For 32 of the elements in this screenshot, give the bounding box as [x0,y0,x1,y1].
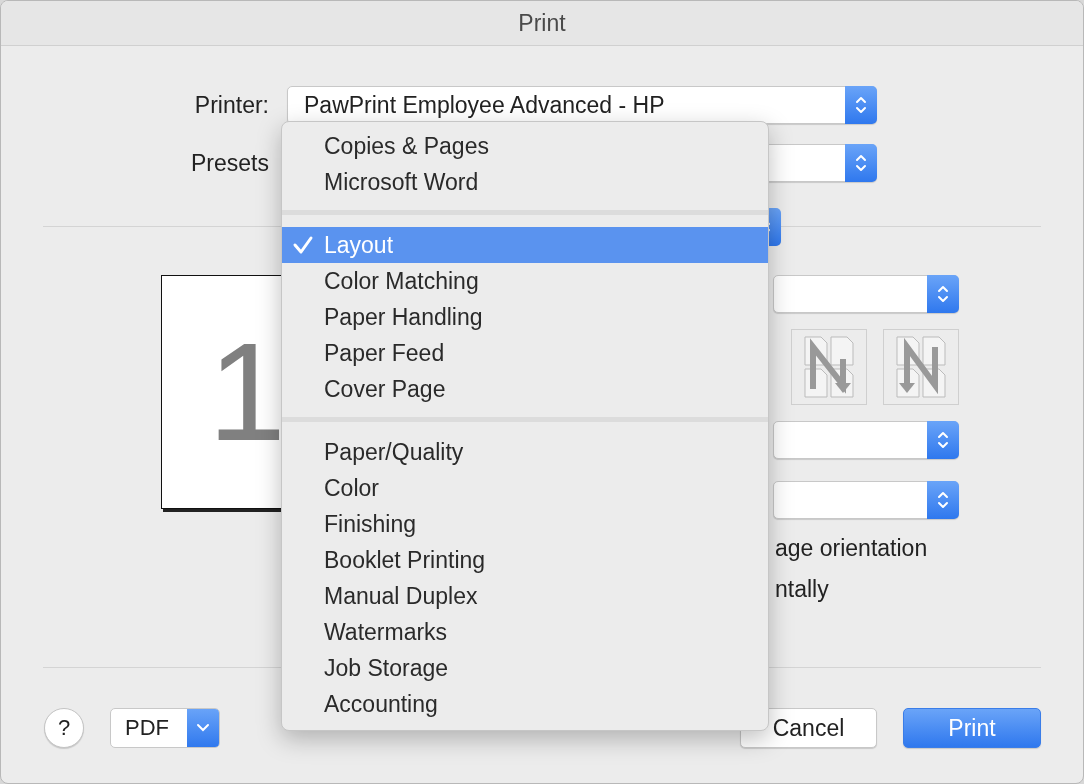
printer-label: Printer: [193,91,270,119]
menu-item[interactable]: Color [282,470,768,506]
menu-item[interactable]: Watermarks [282,614,768,650]
presets-label: Presets [190,149,270,177]
layout-direction-icon[interactable] [791,329,867,405]
menu-item[interactable]: Color Matching [282,263,768,299]
stepper-icon [927,421,959,459]
window-title: Print [518,9,566,37]
pages-per-sheet-select[interactable] [773,275,959,313]
menu-item[interactable]: Paper/Quality [282,434,768,470]
menu-item[interactable]: Job Storage [282,650,768,686]
menu-item[interactable]: Paper Feed [282,335,768,371]
stepper-icon [927,275,959,313]
option-label: age orientation [775,535,929,562]
menu-item[interactable]: Cover Page [282,371,768,407]
printer-select[interactable]: PawPrint Employee Advanced - HP [287,86,877,124]
stepper-icon [927,481,959,519]
border-select[interactable] [773,421,959,459]
menu-item[interactable]: Microsoft Word [282,164,768,200]
menu-item[interactable]: Manual Duplex [282,578,768,614]
menu-item[interactable]: Booklet Printing [282,542,768,578]
layout-direction-icon[interactable] [883,329,959,405]
option-label: ntally [775,576,830,603]
page-number: 1 [208,312,282,472]
caret-icon [187,709,219,747]
menu-item[interactable]: Finishing [282,506,768,542]
pdf-button[interactable]: PDF [110,708,220,748]
help-button[interactable]: ? [44,708,84,748]
two-sided-select[interactable] [773,481,959,519]
menu-item[interactable]: Paper Handling [282,299,768,335]
stepper-icon [845,86,877,124]
menu-item[interactable]: Copies & Pages [282,128,768,164]
